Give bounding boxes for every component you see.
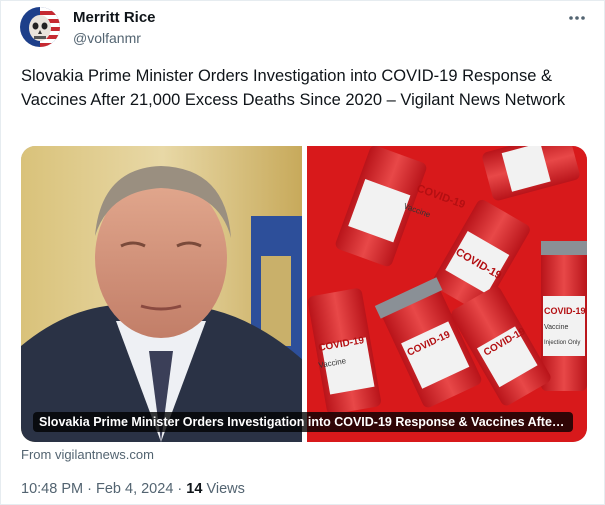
ellipsis-icon — [569, 16, 585, 20]
more-options-button[interactable] — [567, 9, 587, 27]
tweet-meta: 10:48 PM · Feb 4, 2024 · 14 Views — [21, 481, 245, 497]
avatar[interactable] — [20, 7, 60, 47]
tweet-container: Merritt Rice @volfanmr Slovakia Prime Mi… — [0, 0, 605, 505]
meta-separator: · — [87, 481, 92, 497]
card-source[interactable]: From vigilantnews.com — [21, 447, 154, 462]
tweet-date[interactable]: Feb 4, 2024 — [96, 481, 173, 497]
flag-skull-avatar-icon — [20, 7, 60, 47]
views-label: Views — [206, 481, 245, 497]
display-name[interactable]: Merritt Rice — [73, 9, 156, 26]
vial-brand-label: COVID-19 — [544, 306, 586, 316]
card-caption[interactable]: Slovakia Prime Minister Orders Investiga… — [33, 412, 573, 432]
vaccine-vials-photo: COVID-19 Vaccine COVID-19 COVID-19 COVID… — [307, 146, 587, 442]
vial-product-label: Vaccine — [544, 324, 568, 331]
link-card[interactable]: COVID-19 Vaccine COVID-19 COVID-19 COVID… — [21, 146, 587, 442]
tweet-text: Slovakia Prime Minister Orders Investiga… — [21, 67, 566, 109]
views-count: 14 — [186, 481, 203, 497]
card-image: COVID-19 Vaccine COVID-19 COVID-19 COVID… — [21, 146, 587, 442]
user-handle[interactable]: @volfanmr — [73, 30, 141, 46]
meta-separator: · — [177, 481, 183, 497]
vial-note-label: Injection Only — [544, 340, 580, 346]
tweet-time[interactable]: 10:48 PM — [21, 481, 83, 497]
portrait-photo — [21, 146, 304, 442]
